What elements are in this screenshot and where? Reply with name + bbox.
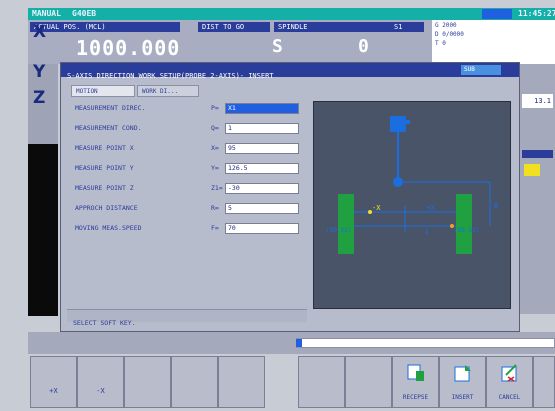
softkey-5[interactable] xyxy=(218,356,265,408)
softkey-3[interactable] xyxy=(124,356,171,408)
measurement-direc-field[interactable]: X1 xyxy=(225,103,299,114)
row-label: MEASURE POINT Z xyxy=(75,184,134,192)
dim-a-label: -X xyxy=(372,204,381,212)
probe-tip-icon xyxy=(393,177,403,187)
input-bar[interactable] xyxy=(296,338,555,348)
softkey-plus-x[interactable]: +X xyxy=(30,356,77,408)
insert-icon xyxy=(454,365,471,382)
right-header xyxy=(522,150,553,158)
measure-point-y-field[interactable]: 126.5 xyxy=(225,163,299,174)
spindle-header: SPINDLE S1 xyxy=(274,22,424,32)
dialog-sub-code: SUB xyxy=(461,65,501,75)
row-label: APPROCH DISTANCE xyxy=(75,204,138,212)
axis-y-label: Y xyxy=(33,62,46,82)
dist-to-go-header: DIST TO GO xyxy=(198,22,270,32)
right-block xyxy=(456,194,472,254)
probe-diagram: -X +X B X (X0,X1) (X0,X1) xyxy=(313,101,511,309)
spindle-label: SPINDLE xyxy=(278,23,308,31)
softkey-11[interactable] xyxy=(533,356,555,408)
cancel-icon xyxy=(501,364,517,382)
dialog-status-bar: SELECT SOFT KEY. xyxy=(67,309,307,327)
softkey-recepse[interactable]: RECEPSE xyxy=(392,356,439,408)
mode-label: MANUAL xyxy=(32,9,61,18)
left-block xyxy=(338,194,354,254)
approach-distance-field[interactable]: 5 xyxy=(225,203,299,214)
softkey-minus-x[interactable]: -X xyxy=(77,356,124,408)
row-prefix: R= xyxy=(211,204,219,212)
dim-b-label: +X xyxy=(426,204,435,212)
row-label: MEASURE POINT Y xyxy=(75,164,134,172)
program-name: G40EB xyxy=(72,9,97,18)
softkey-insert[interactable]: INSERT xyxy=(439,356,486,408)
probe-diagram-svg: -X +X B X (X0,X1) (X0,X1) xyxy=(326,116,498,254)
row-prefix: Z1= xyxy=(211,184,223,192)
dialog-title: S-AXIS DIRECTION WORK SETUP(PROBE 2-AXIS… xyxy=(67,72,274,80)
dialog-title-bar: S-AXIS DIRECTION WORK SETUP(PROBE 2-AXIS… xyxy=(61,63,519,80)
probe-connector-icon xyxy=(404,120,410,124)
measure-point-z-field[interactable]: -30 xyxy=(225,183,299,194)
info-line-3: T 0 xyxy=(435,40,446,47)
x-position-value: 1000.000 xyxy=(76,36,181,60)
status-message: SELECT SOFT KEY. xyxy=(73,319,136,327)
row-prefix: Q= xyxy=(211,124,219,132)
alarm-indicator xyxy=(482,9,512,19)
right-block-label: (X0,X1) xyxy=(454,227,479,234)
info-line-1: G 2000 xyxy=(435,22,457,29)
softkey-label: RECEPSE xyxy=(402,394,429,401)
recepse-icon xyxy=(407,364,424,381)
softkey-6[interactable] xyxy=(298,356,345,408)
softkey-symbol: +X xyxy=(49,387,58,395)
dim-small-label: X xyxy=(425,229,429,236)
measure-point-x-field[interactable]: 95 xyxy=(225,143,299,154)
spindle-s-label: S xyxy=(272,36,283,57)
softkey-symbol: -X xyxy=(96,387,105,395)
measurement-cond-field[interactable]: 1 xyxy=(225,123,299,134)
moving-meas-speed-field[interactable]: 70 xyxy=(225,223,299,234)
tab-motion[interactable]: MOTION xyxy=(71,85,135,97)
clock: 11:45:27 xyxy=(518,9,555,18)
spindle-code: S1 xyxy=(394,23,403,31)
softkey-4[interactable] xyxy=(171,356,218,408)
info-line-2: D 0/0000 xyxy=(435,31,464,38)
axis-x-label: X xyxy=(33,22,47,42)
row-label: MEASUREMENT DIREC. xyxy=(75,104,146,112)
spindle-s-value: 0 xyxy=(358,36,369,57)
right-panel: 13.1 xyxy=(520,64,555,314)
input-cursor xyxy=(296,339,302,347)
dim-v-label: B xyxy=(494,202,498,210)
actual-pos-header: ACTUAL POS. (MCL) xyxy=(30,22,180,32)
row-label: MOVING MEAS.SPEED xyxy=(75,224,142,232)
left-block-label: (X0,X1) xyxy=(326,227,351,234)
axis-z-label: Z xyxy=(33,88,46,108)
info-box: G 2000 D 0/0000 T 0 xyxy=(432,20,555,64)
yellow-indicator xyxy=(524,164,540,176)
graphics-panel xyxy=(28,144,58,316)
softkey-7[interactable] xyxy=(345,356,392,408)
softkey-label: CANCEL xyxy=(498,394,521,401)
row-prefix: F= xyxy=(211,224,219,232)
probe-setup-dialog: S-AXIS DIRECTION WORK SETUP(PROBE 2-AXIS… xyxy=(60,62,520,332)
row-prefix: X= xyxy=(211,144,219,152)
row-label: MEASURE POINT X xyxy=(75,144,134,152)
row-prefix: P= xyxy=(211,104,219,112)
probe-head-icon xyxy=(390,116,406,132)
right-value: 13.1 xyxy=(522,94,553,108)
softkey-cancel[interactable]: CANCEL xyxy=(486,356,533,408)
tab-work-di[interactable]: WORK DI... xyxy=(137,85,199,97)
softkey-label: INSERT xyxy=(451,394,474,401)
row-prefix: Y= xyxy=(211,164,219,172)
header-bar: MANUAL G40EB 11:45:27 xyxy=(28,8,555,20)
row-label: MEASUREMENT COND. xyxy=(75,124,142,132)
